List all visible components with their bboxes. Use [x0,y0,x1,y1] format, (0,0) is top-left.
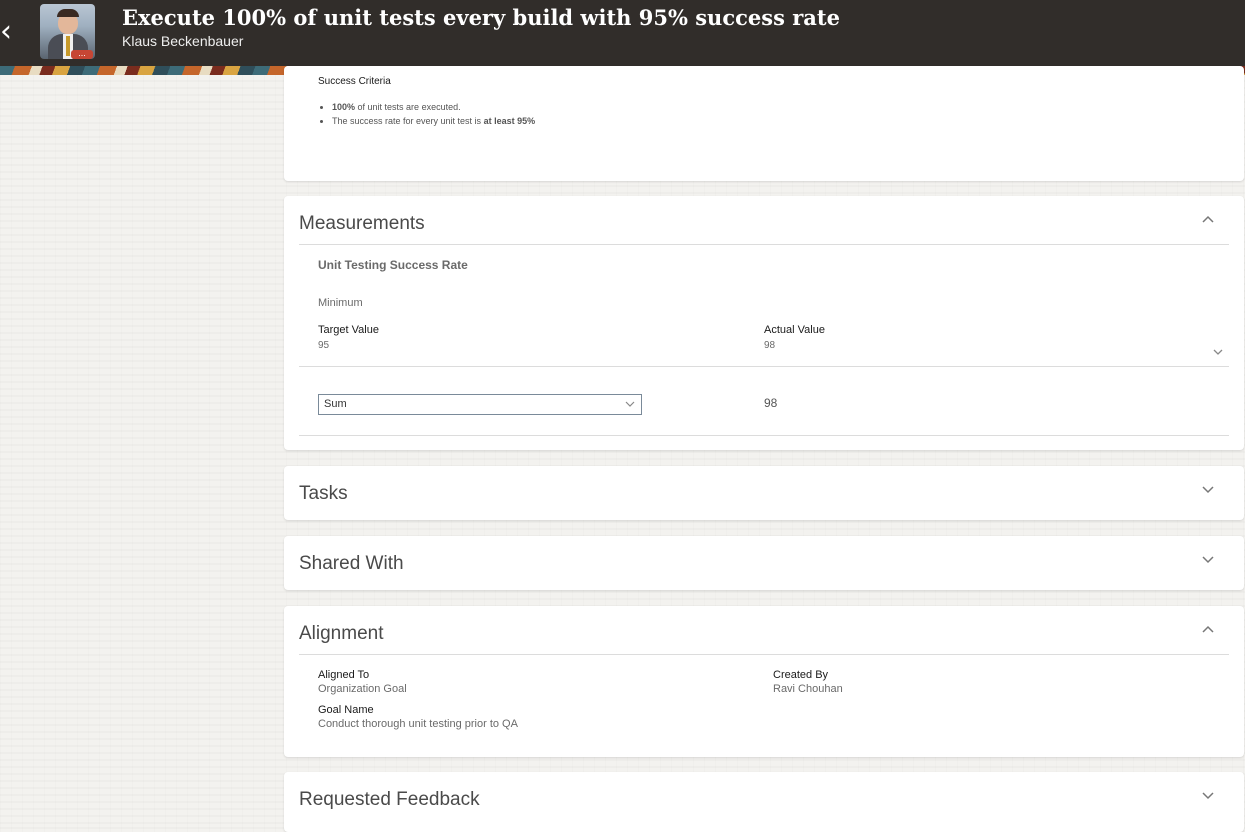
requested-feedback-section: Requested Feedback [284,772,1244,832]
aligned-to-value: Organization Goal [318,683,407,695]
tasks-title: Tasks [299,483,348,504]
divider [299,654,1229,655]
created-by-label: Created By [773,669,829,681]
success-criteria-list: 100% of unit tests are executed. The suc… [314,100,535,128]
shared-with-header[interactable]: Shared With [299,536,1229,584]
alignment-section: Alignment Aligned To Organization Goal C… [284,606,1244,757]
requested-feedback-header[interactable]: Requested Feedback [299,772,1229,820]
aggregation-select[interactable]: Sum [318,394,642,415]
chevron-down-icon[interactable] [1201,482,1215,496]
chevron-down-icon[interactable] [1212,346,1224,358]
aggregation-result: 98 [764,396,778,410]
page-header: ‹ ... Execute 100% of unit tests every b… [0,0,1245,66]
target-value-label: Target Value [318,324,379,336]
divider [299,244,1229,245]
tasks-header[interactable]: Tasks [299,466,1229,514]
goal-description-card: Success Criteria 100% of unit tests are … [284,66,1244,181]
divider [299,435,1229,436]
criteria-item: The success rate for every unit test is … [332,114,535,128]
measurements-title: Measurements [299,213,425,234]
aligned-to-label: Aligned To [318,669,370,681]
chevron-down-icon[interactable] [1201,552,1215,566]
chevron-down-icon[interactable] [1201,788,1215,802]
back-icon[interactable]: ‹ [0,17,16,48]
actual-value-label: Actual Value [764,324,825,336]
chevron-down-icon [625,401,635,407]
avatar[interactable]: ... [40,4,95,59]
measurements-section: Measurements Unit Testing Success Rate M… [284,196,1244,450]
success-criteria-heading: Success Criteria [318,76,391,87]
employee-name: Klaus Beckenbauer [122,33,244,49]
measurement-name: Unit Testing Success Rate [318,258,468,272]
goal-name-value: Conduct thorough unit testing prior to Q… [318,718,518,730]
shared-with-section: Shared With [284,536,1244,590]
actual-value: 98 [764,340,776,351]
avatar-tie [66,36,70,56]
goal-name-label: Goal Name [318,704,374,716]
page-title: Execute 100% of unit tests every build w… [122,5,840,30]
created-by-value: Ravi Chouhan [773,683,843,695]
measurements-header[interactable]: Measurements [299,196,1229,244]
alignment-title: Alignment [299,623,384,644]
chevron-up-icon[interactable] [1201,622,1215,636]
shared-with-title: Shared With [299,553,404,574]
target-value: 95 [318,340,330,351]
tasks-section: Tasks [284,466,1244,520]
criteria-item: 100% of unit tests are executed. [332,100,535,114]
requested-feedback-title: Requested Feedback [299,789,480,810]
aggregation-selected-value: Sum [324,398,347,410]
measurement-type: Minimum [318,297,363,309]
alignment-header[interactable]: Alignment [299,606,1229,654]
chevron-up-icon[interactable] [1201,212,1215,226]
divider [299,366,1229,367]
more-icon[interactable]: ... [71,49,93,59]
avatar-hair [57,9,79,17]
